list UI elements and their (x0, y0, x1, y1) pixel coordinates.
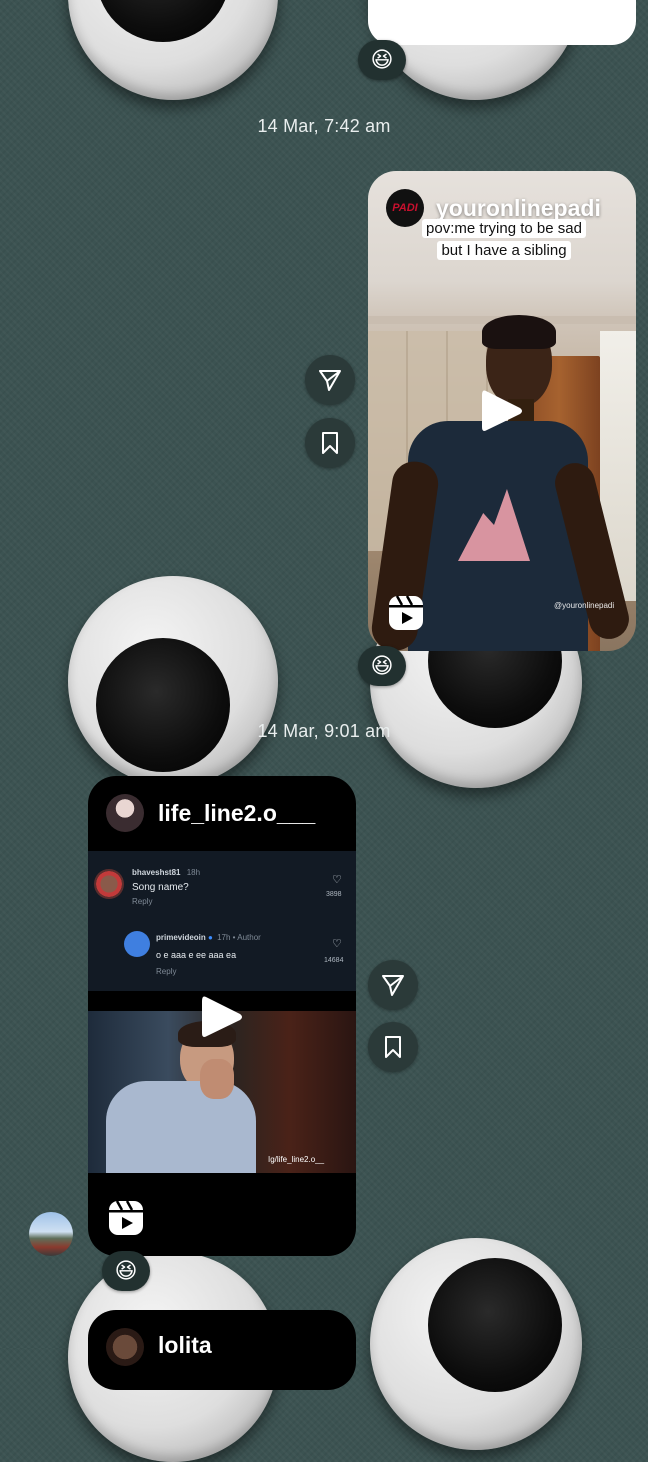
comment-user: primevideoin ● 17h • Author (156, 933, 261, 942)
reels-icon (389, 595, 423, 630)
verified-badge-icon: ● (208, 933, 213, 942)
googly-eye-decoration (68, 576, 278, 786)
comment-reply: Reply (132, 897, 153, 906)
bookmark-icon (322, 432, 338, 454)
commenter-avatar (124, 931, 150, 957)
play-icon[interactable] (480, 387, 524, 435)
caption-line: pov:me trying to be sad (422, 219, 586, 238)
account-avatar[interactable] (106, 794, 144, 832)
comment-likes: 14684 (324, 957, 344, 964)
play-icon[interactable] (200, 993, 244, 1041)
comment-likes: 3898 (326, 891, 342, 898)
reaction-badge[interactable]: 😆 (102, 1251, 150, 1291)
laughing-emoji: 😆 (370, 653, 394, 678)
timestamp: 14 Mar, 9:01 am (257, 721, 391, 741)
timestamp: 14 Mar, 7:42 am (257, 116, 391, 136)
paper-plane-icon (382, 975, 404, 996)
save-button[interactable] (305, 418, 355, 468)
save-button[interactable] (368, 1022, 418, 1072)
account-logo-text: PADI (392, 202, 418, 214)
sender-avatar[interactable] (29, 1212, 73, 1256)
reel-account-name[interactable]: lolita (158, 1332, 212, 1359)
video-watermark: @youronlinepadi (554, 601, 615, 610)
reaction-badge[interactable]: 😆 (358, 646, 406, 686)
reel-account-name[interactable]: life_line2.o___ (158, 800, 315, 827)
bookmark-icon (385, 1036, 401, 1058)
caption-line: but I have a sibling (437, 241, 571, 260)
googly-eye-decoration (68, 0, 278, 100)
heart-icon: ♡ (332, 938, 342, 950)
laughing-emoji: 😆 (370, 47, 394, 72)
reel-message-card[interactable]: PADI youronlinepadi pov:me trying to be … (368, 171, 636, 651)
reels-icon (109, 1200, 143, 1235)
googly-eye-pupil (96, 638, 230, 772)
paper-plane-icon (319, 370, 341, 391)
comments-screenshot: bhaveshst81 18h Song name? Reply ♡ 3898 … (88, 851, 356, 991)
comment-user: bhaveshst81 18h (132, 868, 201, 877)
share-button[interactable] (368, 960, 418, 1010)
share-button[interactable] (305, 355, 355, 405)
reel-message-card[interactable]: lolita (88, 1310, 356, 1390)
message-bubble-partial[interactable] (368, 0, 636, 45)
video-watermark: Ig/life_line2.o__ (268, 1155, 325, 1164)
laughing-emoji: 😆 (114, 1258, 138, 1283)
comment-reply: Reply (156, 967, 177, 976)
reel-caption: pov:me trying to be sad but I have a sib… (414, 219, 594, 260)
account-avatar[interactable] (106, 1328, 144, 1366)
googly-eye-decoration (370, 1238, 582, 1450)
commenter-avatar (94, 869, 124, 899)
comment-text: Song name? (132, 882, 189, 893)
googly-eye-pupil (96, 0, 230, 42)
video-person-body (106, 1081, 256, 1173)
heart-icon: ♡ (332, 874, 342, 886)
video-person-hand (200, 1059, 234, 1099)
video-person-hair (482, 315, 556, 349)
reel-account-name[interactable]: youronlinepadi (436, 195, 601, 222)
reaction-badge[interactable]: 😆 (358, 40, 406, 80)
reel-message-card[interactable]: life_line2.o___ bhaveshst81 18h Song nam… (88, 776, 356, 1256)
comment-text: o e aaa e ee aaa ea (156, 950, 237, 960)
googly-eye-pupil (428, 1258, 562, 1392)
